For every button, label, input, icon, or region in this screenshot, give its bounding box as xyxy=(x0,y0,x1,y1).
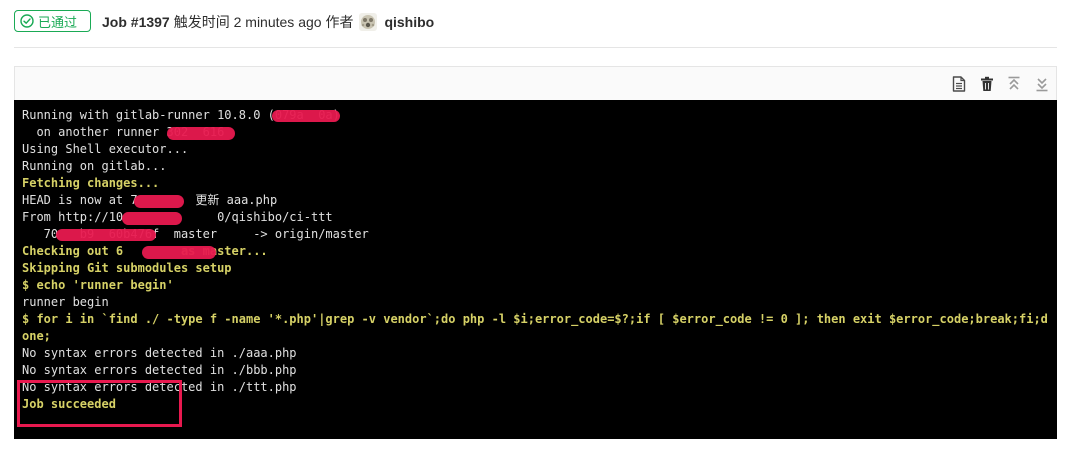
job-id: Job #1397 xyxy=(102,14,170,30)
avatar[interactable] xyxy=(359,13,378,31)
scroll-bottom-icon[interactable] xyxy=(1033,75,1051,93)
log-line: Skipping Git submodules setup xyxy=(22,261,232,275)
log-line: Fetching changes... xyxy=(22,176,160,190)
log-toolbar xyxy=(14,66,1057,100)
redaction-mark xyxy=(56,229,156,241)
redaction-mark xyxy=(142,246,216,259)
log-line: $ for i in `find ./ -type f -name '*.php… xyxy=(22,312,1048,326)
log-line: No syntax errors detected in ./aaa.php xyxy=(22,346,297,360)
author-link[interactable]: qishibo xyxy=(384,12,434,32)
job-meta: 触发时间 2 minutes ago 作者 xyxy=(173,14,354,30)
redaction-mark xyxy=(134,195,184,208)
log-line: Running with gitlab-runner 10.8.0 (079a … xyxy=(22,108,340,122)
log-line: $ echo 'runner begin' xyxy=(22,278,174,292)
job-header: 已通过 Job #1397 触发时间 2 minutes ago 作者 qish… xyxy=(0,0,1068,46)
status-label: 已通过 xyxy=(38,14,78,30)
erase-icon[interactable] xyxy=(978,75,996,93)
log-line: 70 b9 60b476f master -> origin/master xyxy=(22,227,369,241)
log-line: Running on gitlab... xyxy=(22,159,167,173)
header-divider xyxy=(14,47,1057,48)
scroll-top-icon[interactable] xyxy=(1005,75,1023,93)
status-badge[interactable]: 已通过 xyxy=(14,10,91,32)
log-line: No syntax errors detected in ./bbb.php xyxy=(22,363,297,377)
job-info: Job #1397 触发时间 2 minutes ago 作者 qishibo xyxy=(102,12,434,32)
check-circle-icon xyxy=(20,14,34,28)
highlight-box xyxy=(17,380,182,427)
log-line: runner begin xyxy=(22,295,109,309)
redaction-mark xyxy=(272,110,340,122)
redaction-mark xyxy=(167,127,235,140)
log-line: Using Shell executor... xyxy=(22,142,189,156)
redaction-mark xyxy=(122,212,182,225)
log-line: one; xyxy=(22,329,51,343)
raw-log-icon[interactable] xyxy=(950,75,968,93)
